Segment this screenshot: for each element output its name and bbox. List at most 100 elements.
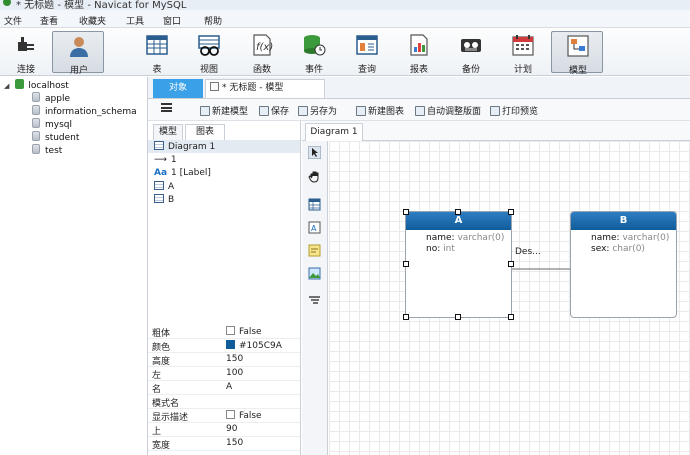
resize-handle[interactable] <box>403 261 409 267</box>
print-preview-button[interactable]: 打印预览 <box>490 104 538 117</box>
diagram-item-table[interactable]: A <box>154 181 174 193</box>
backup-label: 备份 <box>461 65 480 75</box>
menu-help[interactable]: 帮助 <box>204 14 222 27</box>
property-value[interactable]: 100 <box>226 368 243 378</box>
pointer-icon[interactable] <box>308 146 321 159</box>
view-button[interactable]: 视图 <box>189 31 229 75</box>
user-button[interactable]: 用户 <box>52 31 104 76</box>
tab-objects[interactable]: 对象 <box>153 79 203 98</box>
save-label: 保存 <box>271 107 290 117</box>
field-type: varchar(0) <box>457 233 505 243</box>
menu-window[interactable]: 窗口 <box>163 14 181 27</box>
schedule-icon <box>512 35 534 56</box>
property-row[interactable]: 高度 150 <box>148 353 300 367</box>
new-model-label: 新建模型 <box>212 107 249 117</box>
auto-layout-button[interactable]: 自动调整版面 <box>415 104 481 117</box>
resize-handle[interactable] <box>508 209 514 215</box>
tree-item-database[interactable]: mysql <box>32 118 72 131</box>
property-row[interactable]: 粗体 False <box>148 325 300 339</box>
property-value[interactable]: False <box>226 410 262 421</box>
table-icon <box>154 181 164 190</box>
property-value[interactable]: #105C9A <box>226 340 282 351</box>
menu-icon[interactable] <box>161 103 172 112</box>
connect-label: 连接 <box>16 65 35 75</box>
diagram-root-row[interactable]: Diagram 1 <box>148 140 300 153</box>
user-label: 用户 <box>69 66 88 76</box>
tab-side-model[interactable]: 模型 <box>153 124 183 140</box>
add-layer-icon[interactable] <box>308 293 321 306</box>
property-value[interactable]: 90 <box>226 424 237 434</box>
checkbox-icon[interactable] <box>226 326 235 335</box>
user-icon <box>70 37 88 57</box>
menu-favorites[interactable]: 收藏夹 <box>79 14 106 27</box>
backup-button[interactable]: 备份 <box>451 31 491 75</box>
property-value[interactable]: 150 <box>226 354 243 364</box>
event-button[interactable]: 事件 <box>294 31 334 75</box>
table-button[interactable]: 表 <box>137 31 177 75</box>
database-icon <box>32 131 40 141</box>
resize-handle[interactable] <box>403 314 409 320</box>
label-icon: Aa <box>154 168 168 178</box>
report-button[interactable]: 报表 <box>399 31 439 75</box>
property-value[interactable]: A <box>226 382 232 392</box>
schedule-button[interactable]: 计划 <box>503 31 543 75</box>
menu-view[interactable]: 查看 <box>40 14 58 27</box>
add-label-icon[interactable]: A <box>308 221 321 234</box>
property-value[interactable]: 150 <box>226 438 243 448</box>
resize-handle[interactable] <box>455 209 461 215</box>
resize-handle[interactable] <box>455 314 461 320</box>
add-note-icon[interactable] <box>308 244 321 257</box>
tree-item-localhost[interactable]: ◢ localhost <box>4 79 69 92</box>
property-key: 模式名 <box>152 399 180 409</box>
new-model-button[interactable]: 新建模型 <box>200 104 248 117</box>
property-row[interactable]: 颜色 #105C9A <box>148 339 300 353</box>
entity-table-b[interactable]: B name: varchar(0) sex: char(0) <box>570 211 677 318</box>
property-row[interactable]: 名A <box>148 381 300 395</box>
property-value-text: False <box>239 327 262 337</box>
property-row[interactable]: 模式名 <box>148 395 300 409</box>
tree-database-label: apple <box>45 94 70 104</box>
relation-label[interactable]: Des... <box>515 247 541 257</box>
tree-item-database[interactable]: test <box>32 144 62 157</box>
tree-item-database[interactable]: student <box>32 131 79 144</box>
relation-icon: ⟶ <box>154 155 167 165</box>
tab-diagram-1[interactable]: Diagram 1 <box>305 123 363 141</box>
entity-b-field: sex: char(0) <box>591 244 645 254</box>
connect-button[interactable]: 连接 <box>6 31 46 75</box>
diagram-item-label[interactable]: Aa 1 [Label] <box>154 168 211 180</box>
model-button[interactable]: 模型 <box>551 31 603 76</box>
add-table-icon[interactable] <box>308 198 321 211</box>
property-row[interactable]: 宽度 150 <box>148 437 300 451</box>
checkbox-icon[interactable] <box>226 410 235 419</box>
property-row[interactable]: 上 90 <box>148 423 300 437</box>
query-button[interactable]: 查询 <box>347 31 387 75</box>
tab-side-diagram[interactable]: 图表 <box>185 124 225 140</box>
menu-file[interactable]: 文件 <box>4 14 22 27</box>
function-button[interactable]: f(x) 函数 <box>242 31 282 75</box>
resize-handle[interactable] <box>508 314 514 320</box>
diagram-canvas[interactable]: Des... A name: varchar(0) no: int B name… <box>329 141 690 455</box>
diagram-item-table[interactable]: B <box>154 194 174 206</box>
collapse-icon[interactable]: ◢ <box>4 82 9 90</box>
tree-item-database[interactable]: apple <box>32 92 70 105</box>
property-value[interactable]: False <box>226 326 262 337</box>
diagram-item-relation[interactable]: ⟶ 1 <box>154 155 177 167</box>
save-button[interactable]: 保存 <box>259 104 289 117</box>
property-row[interactable]: 左 100 <box>148 367 300 381</box>
property-key: 上 <box>152 427 162 437</box>
resize-handle[interactable] <box>508 261 514 267</box>
add-image-icon[interactable] <box>308 267 321 280</box>
resize-handle[interactable] <box>403 209 409 215</box>
tab-model[interactable]: * 无标题 - 模型 <box>205 79 325 98</box>
hand-icon[interactable] <box>308 170 321 183</box>
entity-table-a[interactable]: A name: varchar(0) no: int <box>405 211 512 318</box>
menu-tools[interactable]: 工具 <box>126 14 144 27</box>
property-row[interactable]: 显示描述 False <box>148 409 300 423</box>
new-diagram-button[interactable]: 新建图表 <box>356 104 404 117</box>
designer-toolbar: 新建模型 保存 另存为 新建图表 自动调整版面 打印预览 <box>148 99 690 121</box>
entity-b-field: name: varchar(0) <box>591 233 670 243</box>
tree-item-database[interactable]: information_schema <box>32 105 137 118</box>
print-preview-label: 打印预览 <box>502 107 539 117</box>
app-icon <box>3 0 11 6</box>
save-as-button[interactable]: 另存为 <box>298 104 337 117</box>
